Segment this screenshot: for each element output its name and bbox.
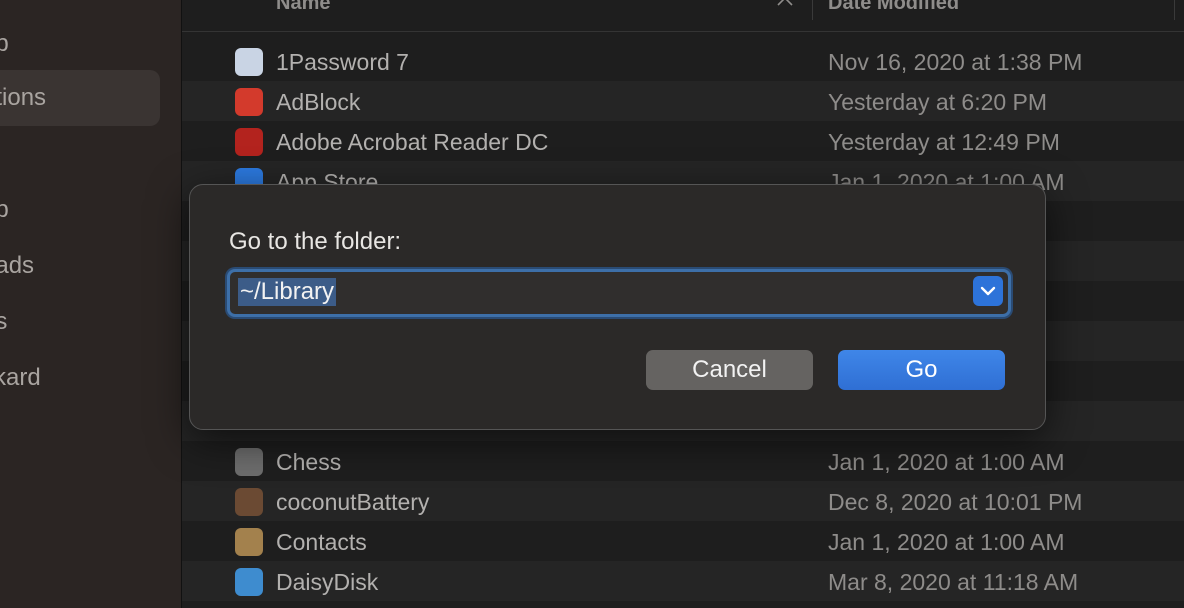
sidebar-item-label: oads xyxy=(0,252,35,279)
chevron-down-icon xyxy=(980,286,996,296)
acrobat-icon xyxy=(235,128,263,156)
chess-icon xyxy=(235,448,263,476)
cancel-button[interactable]: Cancel xyxy=(646,350,813,390)
file-name: coconutBattery xyxy=(276,489,430,515)
table-row[interactable]: Chess Jan 1, 2020 at 1:00 AM xyxy=(182,441,1184,481)
file-name: 1Password 7 xyxy=(276,49,409,75)
file-date-modified: Nov 16, 2020 at 1:38 PM xyxy=(828,49,1083,75)
sidebar-item-label: es xyxy=(0,308,8,335)
daisydisk-icon xyxy=(235,568,263,596)
sidebar-item-downloads[interactable]: oads xyxy=(0,238,160,294)
sidebar-item-documents[interactable]: ts xyxy=(0,126,160,182)
sidebar-item-desktop[interactable]: op xyxy=(0,16,160,72)
file-name: Adobe Acrobat Reader DC xyxy=(276,129,549,155)
table-row[interactable]: Contacts Jan 1, 2020 at 1:00 AM xyxy=(182,521,1184,561)
go-button[interactable]: Go xyxy=(838,350,1005,390)
sidebar-item-movies[interactable]: es xyxy=(0,294,160,350)
column-divider[interactable] xyxy=(1174,0,1175,20)
folder-path-value[interactable]: ~/Library xyxy=(238,278,337,306)
sidebar-item-label: op xyxy=(0,30,9,57)
sidebar-item-label: ations xyxy=(0,84,47,111)
sidebar-item-folder[interactable]: ckard xyxy=(0,350,160,406)
sidebar-item-applications[interactable]: ations xyxy=(0,70,160,126)
file-name: DaisyDisk xyxy=(276,569,379,595)
table-row[interactable]: Adobe Acrobat Reader DC Yesterday at 12:4… xyxy=(182,121,1184,161)
go-to-folder-dialog: Go to the folder: ~/Library Cancel Go xyxy=(189,184,1046,430)
file-date-modified: Yesterday at 12:49 PM xyxy=(828,129,1060,155)
adblock-icon xyxy=(235,88,263,116)
file-name: Chess xyxy=(276,449,342,475)
sidebar-item-label: ckard xyxy=(0,364,41,391)
file-date-modified: Mar 8, 2020 at 11:18 AM xyxy=(828,569,1079,595)
table-row[interactable]: DaisyDisk Mar 8, 2020 at 11:18 AM xyxy=(182,561,1184,601)
file-date-modified: Yesterday at 6:20 PM xyxy=(828,89,1048,115)
file-name: Contacts xyxy=(276,529,367,555)
table-row[interactable]: 1Password 7 Nov 16, 2020 at 1:38 PM xyxy=(182,41,1184,81)
column-header-name[interactable]: Name xyxy=(276,0,330,15)
file-name: AdBlock xyxy=(276,89,361,115)
folder-path-field[interactable]: ~/Library xyxy=(227,269,1011,317)
sort-chevron-up-icon xyxy=(776,0,794,12)
sidebar-item-label: ts xyxy=(0,140,1,167)
file-date-modified: Jan 1, 2020 at 1:00 AM xyxy=(828,529,1065,555)
column-header-date-modified[interactable]: Date Modified xyxy=(828,0,959,15)
contacts-icon xyxy=(235,528,263,556)
coconutbattery-icon xyxy=(235,488,263,516)
sidebar-item-desktop-2[interactable]: op xyxy=(0,182,160,238)
table-row[interactable]: AdBlock Yesterday at 6:20 PM xyxy=(182,81,1184,121)
path-history-dropdown-button[interactable] xyxy=(973,276,1003,306)
table-row[interactable]: coconutBattery Dec 8, 2020 at 10:01 PM xyxy=(182,481,1184,521)
sidebar: op ations ts op oads es ckard xyxy=(0,0,182,608)
list-header: Name Date Modified xyxy=(182,0,1184,32)
onepassword-icon xyxy=(235,48,263,76)
column-divider[interactable] xyxy=(812,0,813,20)
sidebar-item-label: op xyxy=(0,196,9,223)
file-date-modified: Jan 1, 2020 at 1:00 AM xyxy=(828,449,1065,475)
dialog-label: Go to the folder: xyxy=(229,228,402,255)
file-date-modified: Dec 8, 2020 at 10:01 PM xyxy=(828,489,1083,515)
